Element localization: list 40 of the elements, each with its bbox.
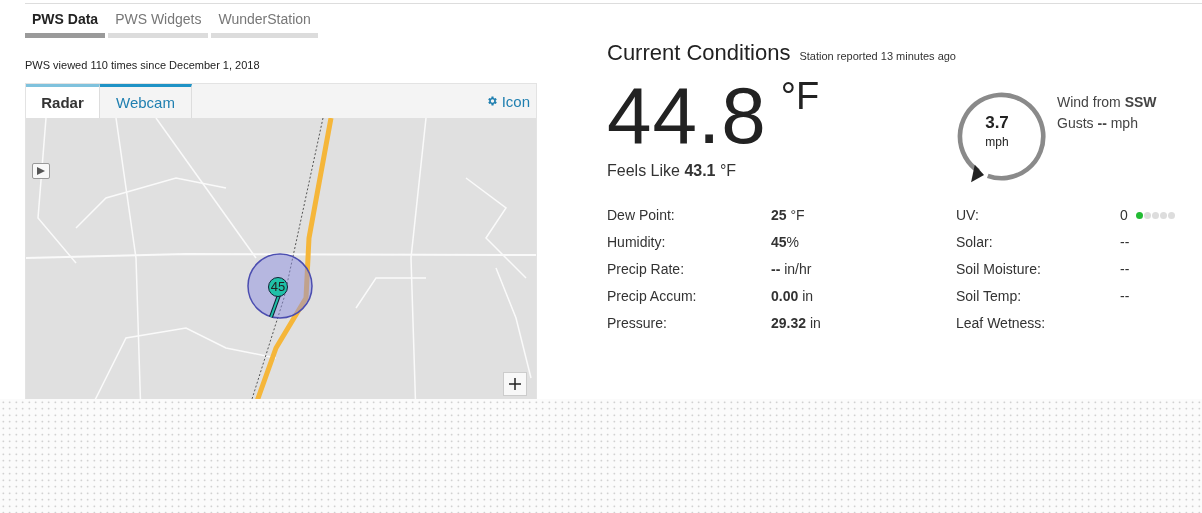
tab[interactable]: WunderStation [211, 10, 318, 38]
reading-label: Precip Accum: [607, 287, 698, 305]
temperature: 44.8 [607, 76, 767, 156]
panel-tab[interactable]: Radar [26, 84, 100, 118]
temperature-unit: °F [780, 76, 820, 116]
wind-direction: Wind from SSW [1057, 94, 1157, 110]
gear-icon [485, 95, 498, 107]
reading-label: Pressure: [607, 314, 668, 332]
wind-speed: 3.7 [984, 113, 1010, 133]
reading-value: -- [1120, 260, 1131, 278]
plus-icon [509, 378, 521, 390]
reading-label: Soil Temp: [956, 287, 1023, 305]
view-count: PWS viewed 110 times since December 1, 2018 [25, 59, 261, 72]
report-time: Station reported 13 minutes ago [799, 50, 956, 62]
reading-value: 0.00 in [771, 287, 815, 305]
reading-label: Humidity: [607, 233, 667, 251]
reading-value: -- in/hr [771, 260, 813, 278]
reading-value: 0 [1120, 206, 1128, 224]
reading-label: Soil Moisture: [956, 260, 1042, 278]
reading-value: -- [1120, 287, 1131, 305]
reading-label: Solar: [956, 233, 994, 251]
reading-label: Precip Rate: [607, 260, 686, 278]
section-title: Current Conditions [607, 40, 791, 66]
tab[interactable]: PWS Widgets [108, 10, 209, 38]
reading-value: 45% [771, 233, 801, 251]
reading-value: 29.32 in [771, 314, 822, 332]
reading-value: -- [1120, 233, 1131, 251]
zoom-in-button[interactable] [503, 372, 527, 396]
play-icon [37, 167, 45, 175]
play-button[interactable] [32, 163, 50, 179]
reading-label: UV: [956, 206, 980, 224]
icon-link[interactable]: Icon [485, 84, 530, 118]
reading-label: Leaf Wetness: [956, 314, 1047, 332]
tab[interactable]: PWS Data [25, 10, 106, 38]
panel-tab[interactable]: Webcam [100, 84, 192, 118]
reading-label: Dew Point: [607, 206, 676, 224]
feels-like: Feels Like 43.1 °F [607, 162, 738, 180]
wind-unit: mph [984, 135, 1010, 149]
reading-value: 25 °F [771, 206, 806, 224]
wind-gusts: Gusts -- mph [1057, 115, 1139, 131]
